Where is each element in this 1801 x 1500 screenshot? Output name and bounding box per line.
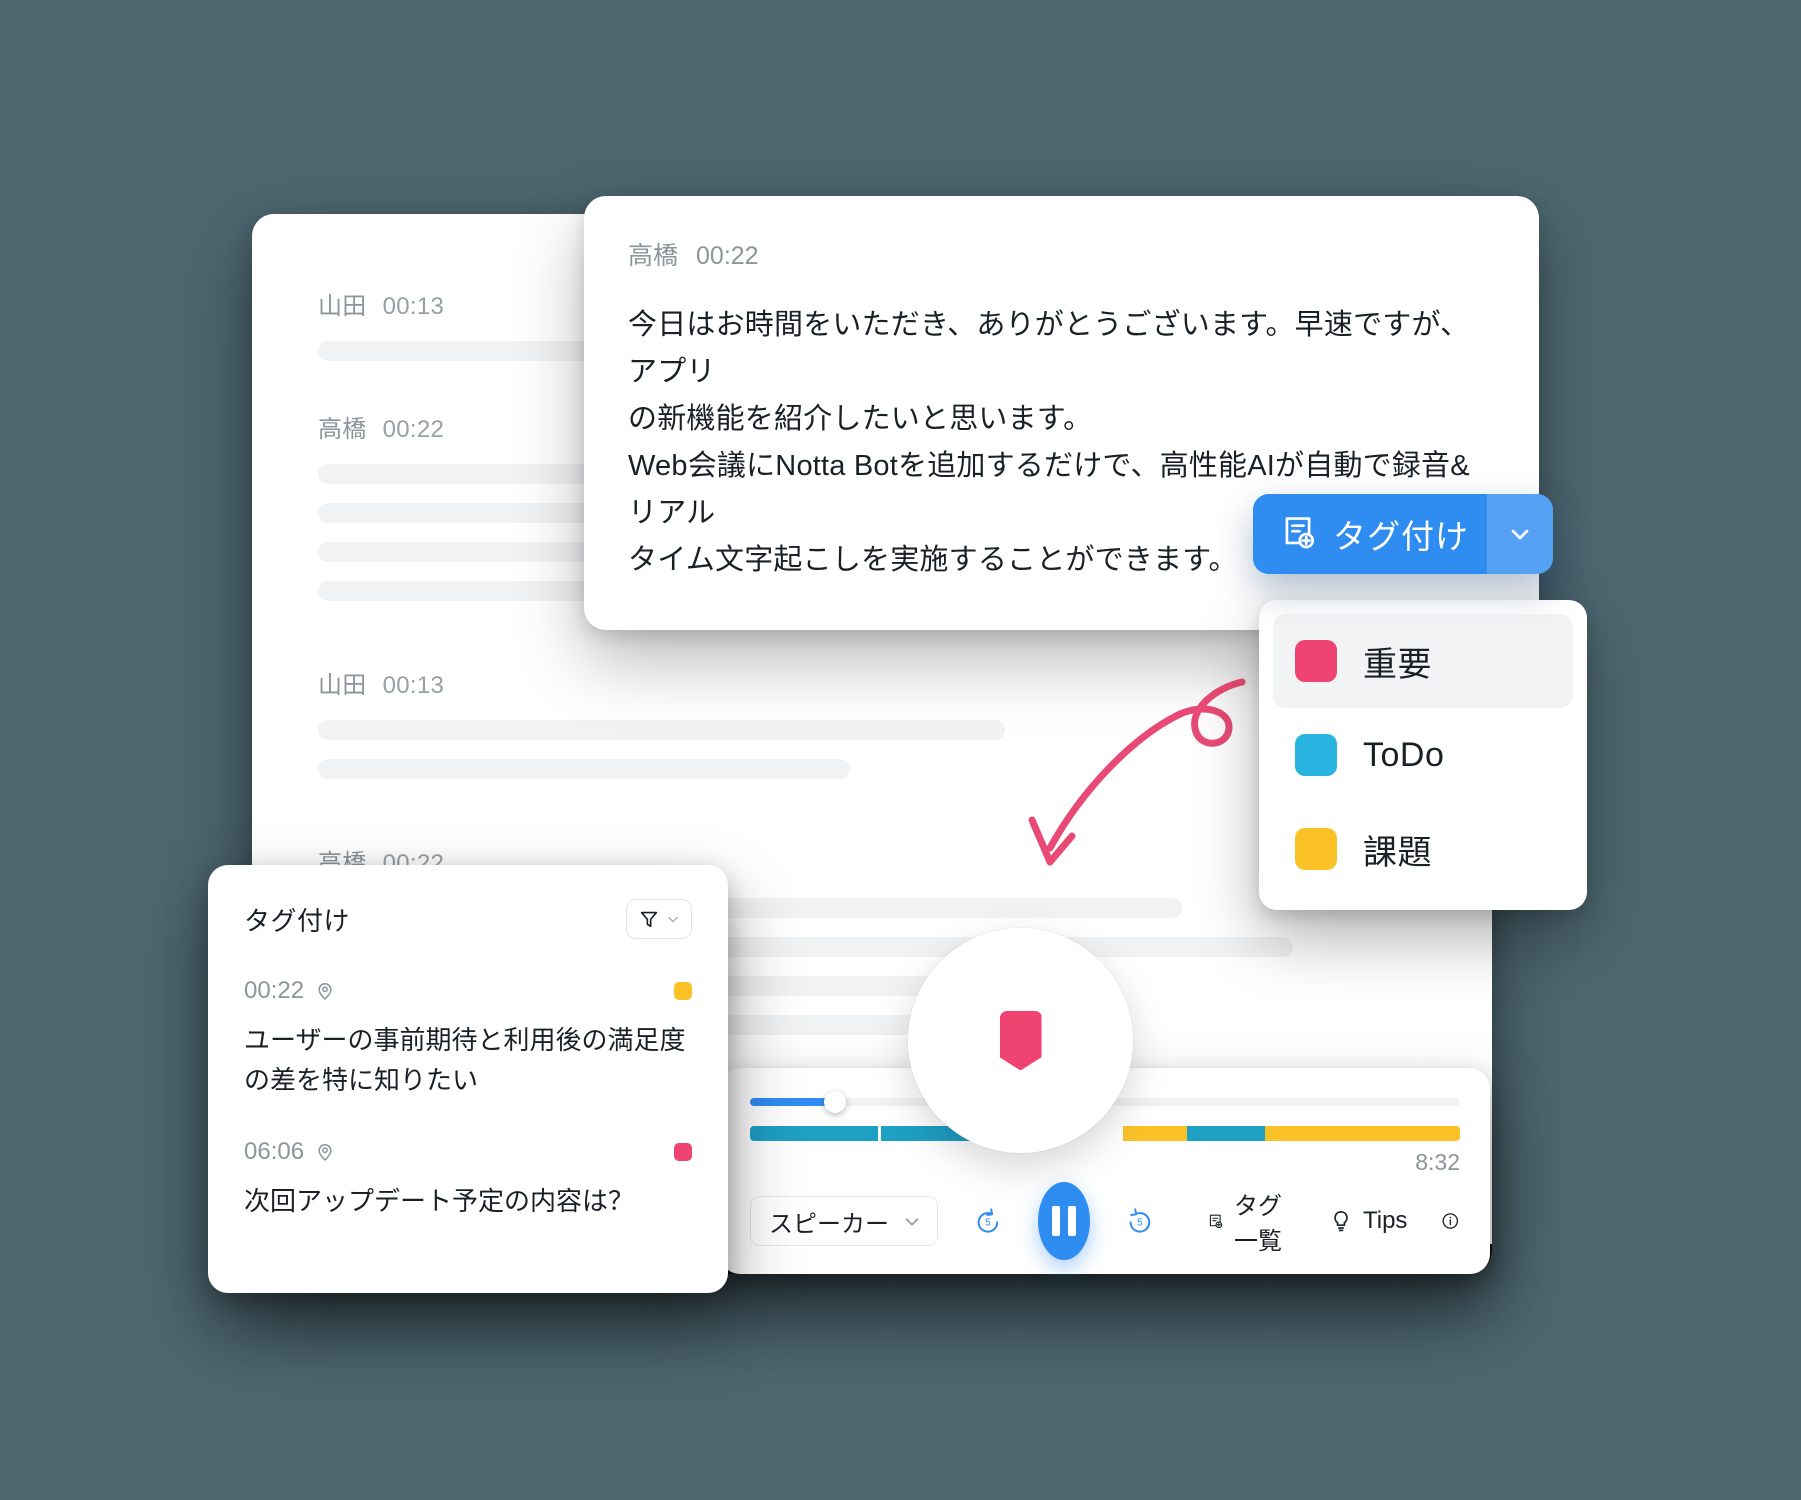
quote-line: 今日はお時間をいただき、ありがとうございます。早速ですが、アプリ: [628, 309, 1470, 388]
tag-list-label: タグ一覧: [1233, 1193, 1282, 1255]
transcript-timestamp: 00:13: [382, 293, 445, 320]
skeleton-line: [318, 720, 1005, 740]
tag-list-item[interactable]: 06:06 次回アップデート予定の内容は？: [244, 1138, 692, 1222]
progress-handle[interactable]: [824, 1091, 847, 1113]
magnifier-lens: [908, 928, 1133, 1153]
tag-list-item-text: ユーザーの事前期待と利用後の満足度の差を特に知りたい: [244, 1025, 686, 1095]
tag-menu-item-label: 課題: [1363, 833, 1432, 872]
transcript-timestamp: 00:22: [382, 416, 445, 443]
transcript-speaker: 山田: [318, 672, 367, 699]
tag-filter-button[interactable]: [626, 899, 692, 939]
tag-list-item-header: 00:22: [244, 977, 692, 1005]
quote-line: の新機能を紹介したいと思います。: [628, 402, 1093, 435]
quote-timestamp: 00:22: [696, 242, 759, 270]
tag-list-panel: タグ付け 00:22 ユーザーの事前期待と利用後の満足度の差を特に知りたい 06…: [208, 865, 728, 1293]
screenshot-stage: 山田 00:13 高橋 00:22 山田 00:13 高橋 00:22 高橋 0…: [0, 0, 1801, 1500]
segment: [1264, 1126, 1460, 1141]
transcript-speaker: 高橋: [318, 416, 367, 443]
tag-add-icon: [1210, 1214, 1223, 1229]
timestamp-text: 00:22: [244, 977, 305, 1004]
chevron-down-icon: [1511, 529, 1529, 540]
skeleton-line: [318, 759, 850, 779]
tag-menu-item-important[interactable]: 重要: [1273, 614, 1573, 708]
quote-meta: 高橋 00:22: [628, 236, 1495, 272]
pause-icon: [1051, 1206, 1076, 1236]
lightbulb-icon: [1334, 1210, 1348, 1232]
tag-menu-item-issue[interactable]: 課題: [1273, 802, 1573, 896]
tag-menu-item-label: 重要: [1363, 645, 1432, 684]
tag-dropdown-menu[interactable]: 重要 ToDo 課題: [1259, 600, 1587, 910]
tag-color-dot: [674, 1143, 692, 1162]
tag-menu-item-label: ToDo: [1363, 735, 1445, 774]
tag-list-button[interactable]: タグ一覧: [1207, 1186, 1295, 1256]
quote-speaker: 高橋: [628, 242, 679, 270]
speaker-segment-bar[interactable]: [750, 1126, 1460, 1141]
funnel-icon: [640, 911, 657, 928]
location-pin-icon: [318, 1144, 332, 1161]
tag-list-item-time: 00:22: [244, 977, 335, 1005]
svg-text:5: 5: [985, 1218, 991, 1229]
tag-menu-item-todo[interactable]: ToDo: [1273, 708, 1573, 802]
play-pause-button[interactable]: [1037, 1182, 1090, 1260]
tag-list-header: タグ付け: [244, 899, 692, 939]
speaker-select[interactable]: スピーカー: [750, 1196, 938, 1246]
tag-list-item-time: 06:06: [244, 1138, 335, 1166]
tag-list-title: タグ付け: [244, 905, 351, 936]
tips-button[interactable]: Tips: [1329, 1207, 1407, 1235]
rewind-5-icon[interactable]: 5: [972, 1197, 1004, 1245]
tag-button-group[interactable]: タグ付け: [1253, 494, 1553, 574]
transcript-timestamp: 00:13: [382, 672, 445, 699]
tag-dropdown-toggle[interactable]: [1487, 494, 1553, 574]
player-controls: スピーカー 5 5 タグ一覧 Tips: [750, 1182, 1460, 1260]
svg-text:5: 5: [1137, 1218, 1143, 1229]
transcript-speaker: 山田: [318, 293, 367, 320]
tag-marker-icon: [999, 1010, 1042, 1071]
tag-add-icon: [1279, 513, 1317, 556]
progress-fill: [750, 1098, 836, 1106]
segment: [750, 1126, 878, 1141]
tag-color-swatch: [1295, 734, 1337, 776]
add-tag-button[interactable]: タグ付け: [1253, 494, 1487, 574]
segment: [1186, 1126, 1265, 1141]
tag-color-dot: [674, 982, 692, 1000]
tag-list-item[interactable]: 00:22 ユーザーの事前期待と利用後の満足度の差を特に知りたい: [244, 977, 692, 1100]
tag-color-swatch: [1295, 828, 1337, 870]
add-tag-label: タグ付け: [1333, 518, 1469, 555]
info-circle-icon[interactable]: [1441, 1207, 1460, 1235]
chevron-down-icon: [905, 1218, 919, 1226]
tag-color-swatch: [1295, 640, 1337, 682]
timestamp-text: 06:06: [244, 1138, 305, 1166]
forward-5-icon[interactable]: 5: [1124, 1197, 1156, 1245]
tips-label: Tips: [1362, 1207, 1408, 1234]
segment: [1122, 1126, 1187, 1141]
tag-list-item-text: 次回アップデート予定の内容は？: [244, 1186, 635, 1217]
location-pin-icon: [318, 983, 332, 1000]
speaker-select-label: スピーカー: [769, 1210, 889, 1238]
tag-list-item-header: 06:06: [244, 1138, 692, 1166]
chevron-down-icon: [667, 916, 678, 923]
duration-label: 8:32: [1415, 1149, 1460, 1175]
